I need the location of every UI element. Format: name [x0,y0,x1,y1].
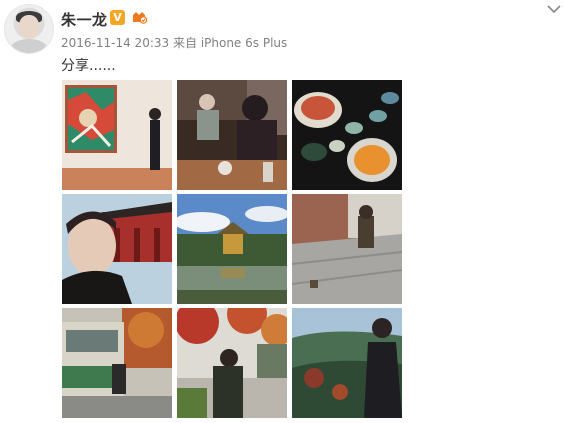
weibo-member-icon[interactable] [131,9,148,25]
photo-autumn-maple[interactable] [177,308,287,418]
photo-cafe-table[interactable] [177,80,287,190]
photo-tram-street[interactable] [62,308,172,418]
photo-selfie-temple[interactable] [62,194,172,304]
post-meta: 2016-11-14 20:33 来自 iPhone 6s Plus [61,34,287,51]
user-name[interactable]: 朱一龙 [61,9,108,30]
post-timestamp[interactable]: 2016-11-14 20:33 [61,36,169,50]
photo-grid [62,80,402,419]
avatar-face [19,15,39,39]
photo-golden-pavilion[interactable] [177,194,287,304]
avatar[interactable] [4,4,54,54]
verified-v-icon: V [110,10,125,25]
avatar-body [11,39,47,53]
photo-museum-painting[interactable] [62,80,172,190]
source-device[interactable]: iPhone 6s Plus [201,36,287,50]
photo-dinner-dishes[interactable] [292,80,402,190]
photo-street-crouch[interactable] [292,194,402,304]
source-prefix: 来自 [172,36,197,50]
post-text: 分享...... [61,58,116,74]
photo-hill-view[interactable] [292,308,402,418]
chevron-down-icon[interactable] [547,4,561,14]
